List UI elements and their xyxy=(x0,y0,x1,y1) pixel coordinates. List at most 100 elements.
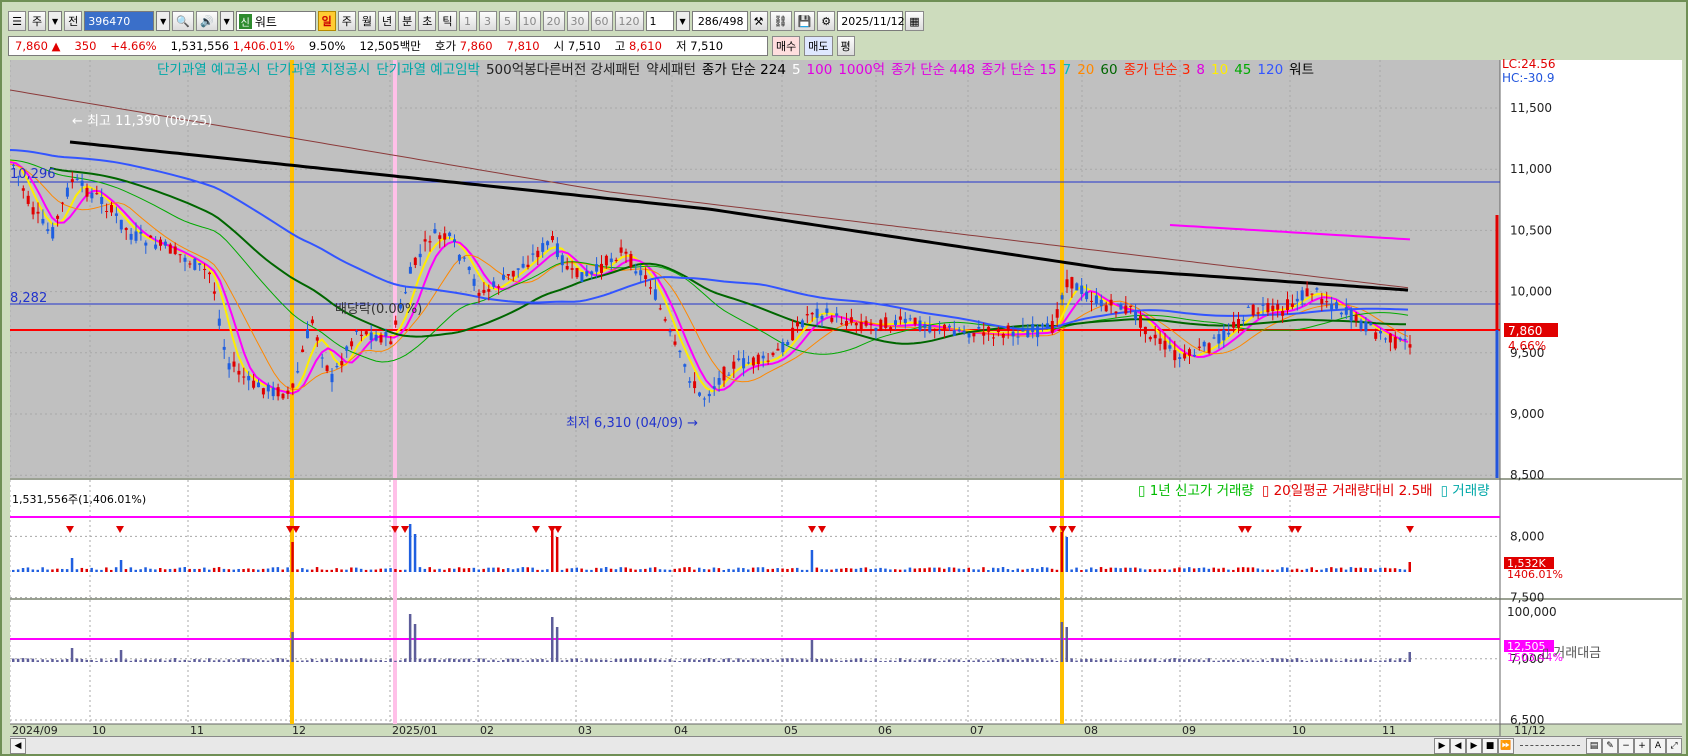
save-icon[interactable]: 💾 xyxy=(793,11,816,31)
play-prev-icon[interactable]: ◀ xyxy=(1450,737,1466,754)
volume-bar xyxy=(276,567,280,572)
legend-item[interactable]: 종가 단순 448 xyxy=(891,62,975,78)
legend-item[interactable]: 종가 단순 15 xyxy=(981,62,1056,78)
period-second[interactable]: 초 xyxy=(418,11,437,31)
legend-item[interactable]: 120 xyxy=(1257,62,1283,78)
period-week[interactable]: 주 xyxy=(337,11,356,31)
candle-body xyxy=(1212,337,1216,339)
eval-button[interactable]: 평 xyxy=(836,36,855,56)
period-minute[interactable]: 분 xyxy=(398,11,417,31)
candle-body xyxy=(457,254,461,261)
buy-button[interactable]: 매수 xyxy=(772,36,801,56)
period-day[interactable]: 일 xyxy=(317,11,336,31)
x-axis-tick: 08 xyxy=(1084,724,1098,736)
search-icon[interactable]: 🔍 xyxy=(172,11,194,31)
date-field[interactable]: 2025/11/12 xyxy=(837,11,905,31)
legend-item[interactable]: 단기과열 예고공시 xyxy=(157,62,261,78)
scroll-left-icon[interactable]: ◀ xyxy=(10,737,26,754)
legend-item[interactable]: 7 xyxy=(1063,62,1072,78)
zoom-slider[interactable] xyxy=(1520,745,1580,746)
amount-bar xyxy=(938,660,941,662)
volume-bar xyxy=(16,569,20,572)
legend-item[interactable]: 종가 단순 224 xyxy=(702,62,786,78)
legend-item[interactable]: 20 xyxy=(1077,62,1094,78)
bar-count-field[interactable]: 286/498 xyxy=(691,11,748,31)
legend-item[interactable]: 60 xyxy=(1100,62,1117,78)
stop-icon[interactable]: ■ xyxy=(1482,737,1498,754)
link-icon[interactable]: ⛓ xyxy=(769,11,792,31)
candle-body xyxy=(678,350,682,353)
candle-body xyxy=(644,275,648,279)
market-select[interactable]: 주 xyxy=(28,11,47,31)
interval-30[interactable]: 30 xyxy=(566,11,589,31)
tool-icon[interactable]: ⚒ xyxy=(749,11,768,31)
interval-3[interactable]: 3 xyxy=(478,11,497,31)
interval-1[interactable]: 1 xyxy=(458,11,477,31)
volume-legend-item[interactable]: ▯ 1년 신고가 거래량 xyxy=(1138,483,1254,499)
amount-bar xyxy=(472,660,476,662)
legend-item[interactable]: 10 xyxy=(1211,62,1228,78)
interval-120[interactable]: 120 xyxy=(614,11,644,31)
amount-bar xyxy=(1305,660,1309,662)
period-tick[interactable]: 틱 xyxy=(438,11,457,31)
settings-gear-icon[interactable]: ⚙ xyxy=(817,11,836,31)
stock-code-input[interactable]: 396470 xyxy=(84,11,155,31)
zoom-in-icon[interactable]: + xyxy=(1634,737,1650,754)
layout-icon[interactable]: ▤ xyxy=(1586,737,1602,754)
interval-20[interactable]: 20 xyxy=(542,11,565,31)
play-next-icon[interactable]: ▶ xyxy=(1466,737,1482,754)
legend-item[interactable]: 1000억 xyxy=(838,62,885,78)
price-chart[interactable]: 11,50011,00010,50010,0009,5009,0008,5008… xyxy=(10,60,1682,736)
legend-item[interactable]: 종가 단순 3 xyxy=(1124,62,1191,78)
candle-body xyxy=(413,257,417,266)
chart-scrollbar[interactable]: ◀ ▶ ◀ ▶ ■ ⏩ ▤ ✎ − + A ⤢ xyxy=(10,736,1682,754)
text-icon[interactable]: A xyxy=(1650,737,1666,754)
amount-bar xyxy=(217,659,221,662)
interval-count-dropdown-icon[interactable]: ▼ xyxy=(675,11,690,31)
sell-button[interactable]: 매도 xyxy=(804,36,833,56)
calendar-icon[interactable]: ▦ xyxy=(905,11,924,31)
zoom-out-icon[interactable]: − xyxy=(1618,737,1634,754)
menu-icon[interactable]: ☰ xyxy=(8,11,26,31)
volume-bar xyxy=(1139,568,1142,572)
candle-body xyxy=(1384,338,1387,340)
legend-item[interactable]: 단기과열 지정공시 xyxy=(267,62,371,78)
expand-icon[interactable]: ⤢ xyxy=(1666,737,1682,754)
candle-body xyxy=(1286,299,1289,311)
period-year[interactable]: 년 xyxy=(378,11,397,31)
code-dropdown-icon[interactable]: ▼ xyxy=(156,11,171,31)
legend-item[interactable]: 워트 xyxy=(1289,62,1314,78)
candle-body xyxy=(1364,321,1368,332)
interval-5[interactable]: 5 xyxy=(498,11,517,31)
fast-forward-icon[interactable]: ⏩ xyxy=(1498,737,1514,754)
amount-bar xyxy=(761,659,765,662)
interval-10[interactable]: 10 xyxy=(518,11,541,31)
candle-body xyxy=(908,318,912,320)
interval-count-input[interactable]: 1 xyxy=(645,11,674,31)
legend-item[interactable]: 5 xyxy=(792,62,801,78)
scroll-right-icon[interactable]: ▶ xyxy=(1434,737,1450,754)
legend-item[interactable]: 약세패턴 xyxy=(646,62,696,78)
amount-bar xyxy=(1232,659,1235,662)
volume-bar xyxy=(242,569,245,572)
interval-60[interactable]: 60 xyxy=(590,11,613,31)
candle-body xyxy=(492,281,496,287)
legend-item[interactable]: 단기과열 예고임박 xyxy=(376,62,480,78)
volume-legend-item[interactable]: ▯ 거래량 xyxy=(1441,483,1490,499)
volume-bar xyxy=(384,568,387,572)
amount-bar xyxy=(1070,658,1073,662)
volume-legend-item[interactable]: ▯ 20일평균 거래량대비 2.5배 xyxy=(1262,483,1433,499)
legend-item[interactable]: 8 xyxy=(1196,62,1205,78)
draw-icon[interactable]: ✎ xyxy=(1602,737,1618,754)
legend-item[interactable]: 100 xyxy=(807,62,833,78)
speaker-dropdown-icon[interactable]: ▼ xyxy=(219,11,234,31)
legend-item[interactable]: 45 xyxy=(1234,62,1251,78)
amount-bar xyxy=(609,660,613,662)
prev-button[interactable]: 전 xyxy=(64,11,83,31)
speaker-icon[interactable]: 🔊 xyxy=(195,11,218,31)
market-dropdown-icon[interactable]: ▼ xyxy=(48,11,63,31)
legend-item[interactable]: 500억봉다른버전 강세패턴 xyxy=(486,62,640,78)
stock-name-field[interactable]: 신 워트 xyxy=(235,11,316,31)
candle-body xyxy=(1237,318,1240,328)
period-month[interactable]: 월 xyxy=(357,11,377,31)
